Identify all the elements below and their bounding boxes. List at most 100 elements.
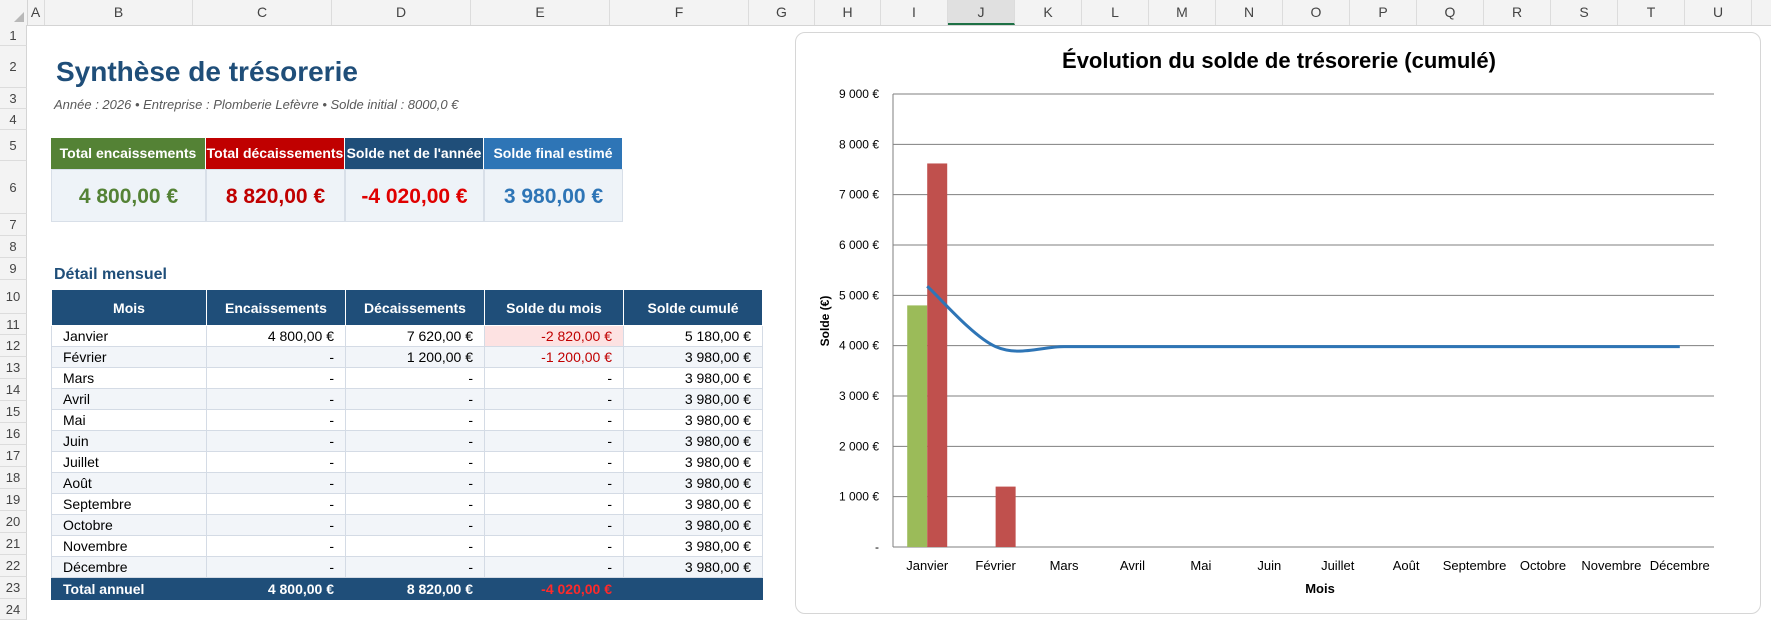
table-cell[interactable]: -	[484, 493, 624, 515]
table-cell[interactable]: 3 980,00 €	[623, 556, 763, 578]
row-header-3[interactable]: 3	[0, 88, 27, 109]
row-header-8[interactable]: 8	[0, 236, 27, 258]
table-cell[interactable]: -1 200,00 €	[484, 346, 624, 368]
table-cell[interactable]: -	[345, 367, 485, 389]
row-header-22[interactable]: 22	[0, 555, 27, 577]
column-header-a[interactable]: A	[27, 0, 45, 25]
table-cell[interactable]: Novembre	[51, 535, 207, 557]
table-cell[interactable]: -	[484, 556, 624, 578]
table-cell[interactable]: -	[345, 388, 485, 410]
row-header-11[interactable]: 11	[0, 314, 27, 335]
table-cell[interactable]: 3 980,00 €	[623, 535, 763, 557]
table-cell[interactable]: -	[345, 556, 485, 578]
row-header-15[interactable]: 15	[0, 401, 27, 423]
table-cell[interactable]: -	[206, 388, 346, 410]
table-cell[interactable]: Août	[51, 472, 207, 494]
row-header-5[interactable]: 5	[0, 130, 27, 161]
column-header-m[interactable]: M	[1149, 0, 1216, 25]
kpi-value-solde-final[interactable]: 3 980,00 €	[484, 169, 623, 222]
table-cell[interactable]: -	[484, 430, 624, 452]
table-cell[interactable]: Mai	[51, 409, 207, 431]
table-cell[interactable]: 3 980,00 €	[623, 346, 763, 368]
column-header-e[interactable]: E	[471, 0, 610, 25]
table-cell[interactable]: -	[206, 409, 346, 431]
table-cell[interactable]: Juillet	[51, 451, 207, 473]
table-cell[interactable]: -	[484, 367, 624, 389]
table-cell[interactable]: -	[484, 514, 624, 536]
table-cell[interactable]: Février	[51, 346, 207, 368]
table-cell[interactable]: -	[206, 535, 346, 557]
table-cell[interactable]: 3 980,00 €	[623, 430, 763, 452]
table-cell[interactable]: 5 180,00 €	[623, 325, 763, 347]
column-header-p[interactable]: P	[1350, 0, 1417, 25]
kpi-value-solde-net[interactable]: -4 020,00 €	[345, 169, 484, 222]
table-cell[interactable]: -	[345, 514, 485, 536]
table-cell[interactable]: 3 980,00 €	[623, 472, 763, 494]
table-cell[interactable]: -	[484, 388, 624, 410]
header-encaissements[interactable]: Encaissements	[206, 289, 346, 326]
row-header-24[interactable]: 24	[0, 599, 27, 620]
column-header-s[interactable]: S	[1551, 0, 1618, 25]
table-cell[interactable]: -	[206, 430, 346, 452]
chart-container[interactable]: Évolution du solde de trésorerie (cumulé…	[795, 32, 1761, 614]
column-header-r[interactable]: R	[1484, 0, 1551, 25]
table-cell[interactable]: -	[206, 451, 346, 473]
table-cell[interactable]: Décembre	[51, 556, 207, 578]
table-cell[interactable]: -	[206, 556, 346, 578]
kpi-value-decaissements[interactable]: 8 820,00 €	[206, 169, 345, 222]
table-cell[interactable]: Janvier	[51, 325, 207, 347]
table-cell[interactable]: 3 980,00 €	[623, 514, 763, 536]
table-cell[interactable]: 3 980,00 €	[623, 493, 763, 515]
row-header-1[interactable]: 1	[0, 25, 27, 46]
kpi-header-solde-final[interactable]: Solde final estimé	[484, 138, 623, 169]
row-header-7[interactable]: 7	[0, 214, 27, 236]
table-cell[interactable]: -	[484, 451, 624, 473]
header-solde-cumule[interactable]: Solde cumulé	[623, 289, 763, 326]
column-header-i[interactable]: I	[881, 0, 948, 25]
column-header-d[interactable]: D	[332, 0, 471, 25]
table-cell[interactable]: -	[484, 409, 624, 431]
kpi-header-solde-net[interactable]: Solde net de l'année	[345, 138, 484, 169]
header-mois[interactable]: Mois	[51, 289, 207, 326]
column-header-k[interactable]: K	[1015, 0, 1082, 25]
column-header-o[interactable]: O	[1283, 0, 1350, 25]
row-header-6[interactable]: 6	[0, 161, 27, 214]
table-cell[interactable]: -	[206, 514, 346, 536]
table-cell[interactable]: -	[345, 472, 485, 494]
table-cell[interactable]: 3 980,00 €	[623, 409, 763, 431]
kpi-value-encaissements[interactable]: 4 800,00 €	[51, 169, 206, 222]
kpi-header-encaissements[interactable]: Total encaissements	[51, 138, 206, 169]
table-cell[interactable]: -	[484, 535, 624, 557]
column-header-t[interactable]: T	[1618, 0, 1685, 25]
column-header-b[interactable]: B	[45, 0, 193, 25]
header-solde-mois[interactable]: Solde du mois	[484, 289, 624, 326]
header-decaissements[interactable]: Décaissements	[345, 289, 485, 326]
table-cell[interactable]: -	[345, 430, 485, 452]
column-header-q[interactable]: Q	[1417, 0, 1484, 25]
row-header-12[interactable]: 12	[0, 335, 27, 357]
row-header-21[interactable]: 21	[0, 533, 27, 555]
table-cell[interactable]: -	[206, 367, 346, 389]
row-header-13[interactable]: 13	[0, 357, 27, 379]
column-header-n[interactable]: N	[1216, 0, 1283, 25]
table-cell[interactable]: 1 200,00 €	[345, 346, 485, 368]
select-all-corner[interactable]	[0, 0, 28, 25]
row-header-9[interactable]: 9	[0, 258, 27, 280]
row-header-19[interactable]: 19	[0, 489, 27, 511]
column-header-u[interactable]: U	[1685, 0, 1752, 25]
table-cell[interactable]: Avril	[51, 388, 207, 410]
total-cell[interactable]: 4 800,00 €	[206, 577, 346, 600]
row-header-16[interactable]: 16	[0, 423, 27, 445]
table-cell[interactable]: -	[345, 409, 485, 431]
row-header-20[interactable]: 20	[0, 511, 27, 533]
table-cell[interactable]: 7 620,00 €	[345, 325, 485, 347]
table-cell[interactable]: Octobre	[51, 514, 207, 536]
table-cell[interactable]: -	[345, 535, 485, 557]
table-cell[interactable]: Mars	[51, 367, 207, 389]
total-cell[interactable]: -4 020,00 €	[484, 577, 624, 600]
column-header-g[interactable]: G	[749, 0, 815, 25]
row-header-2[interactable]: 2	[0, 46, 27, 88]
row-header-4[interactable]: 4	[0, 109, 27, 130]
table-cell[interactable]: -	[206, 472, 346, 494]
column-header-l[interactable]: L	[1082, 0, 1149, 25]
